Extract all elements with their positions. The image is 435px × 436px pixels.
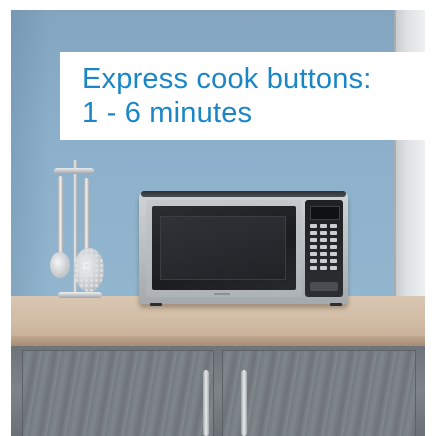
keypad-key [310, 252, 317, 256]
utensil-rack-top [54, 168, 94, 174]
keypad-key [320, 224, 327, 228]
ladle-icon [50, 252, 70, 278]
keypad-key [330, 231, 337, 235]
keypad-key [320, 238, 327, 242]
keypad-key [310, 238, 317, 242]
microwave-logo [214, 293, 230, 295]
microwave-display [310, 206, 340, 220]
keypad-key [330, 245, 337, 249]
countertop-edge [11, 336, 425, 346]
keypad-key [320, 252, 327, 256]
keypad-key [310, 259, 317, 263]
ladle-handle [58, 176, 63, 256]
keypad-key [320, 259, 327, 263]
keypad-key [320, 266, 327, 270]
cabinet-handle-right [241, 370, 247, 436]
caption-line-1: Express cook buttons: [82, 63, 372, 95]
microwave-foot-right [330, 303, 342, 306]
keypad-key [330, 252, 337, 256]
microwave-foot-left [150, 303, 162, 306]
microwave-window-inner [160, 216, 286, 280]
keypad-key [310, 231, 317, 235]
cabinet-door-right [222, 350, 416, 436]
microwave-top [141, 191, 346, 197]
cabinet-door-left [22, 350, 214, 436]
keypad-key [310, 245, 317, 249]
skimmer-icon [74, 248, 104, 292]
wall-shadow [11, 10, 51, 298]
cabinet-handle-left [203, 370, 209, 436]
utensil-rack-base [58, 292, 102, 298]
caption-text: Express cook buttons: 1 - 6 minutes [82, 62, 422, 130]
caption-line-2: 1 - 6 minutes [82, 97, 253, 129]
keypad-key [310, 266, 317, 270]
product-photo: Express cook buttons: 1 - 6 minutes [0, 0, 435, 436]
keypad-key [330, 238, 337, 242]
keypad-key [330, 266, 337, 270]
keypad-key [320, 231, 327, 235]
microwave-keypad [310, 224, 338, 270]
keypad-key [330, 224, 337, 228]
skimmer-handle [84, 178, 89, 256]
keypad-key [330, 259, 337, 263]
keypad-key [320, 245, 327, 249]
microwave-start-button [310, 282, 338, 291]
keypad-key [310, 224, 317, 228]
